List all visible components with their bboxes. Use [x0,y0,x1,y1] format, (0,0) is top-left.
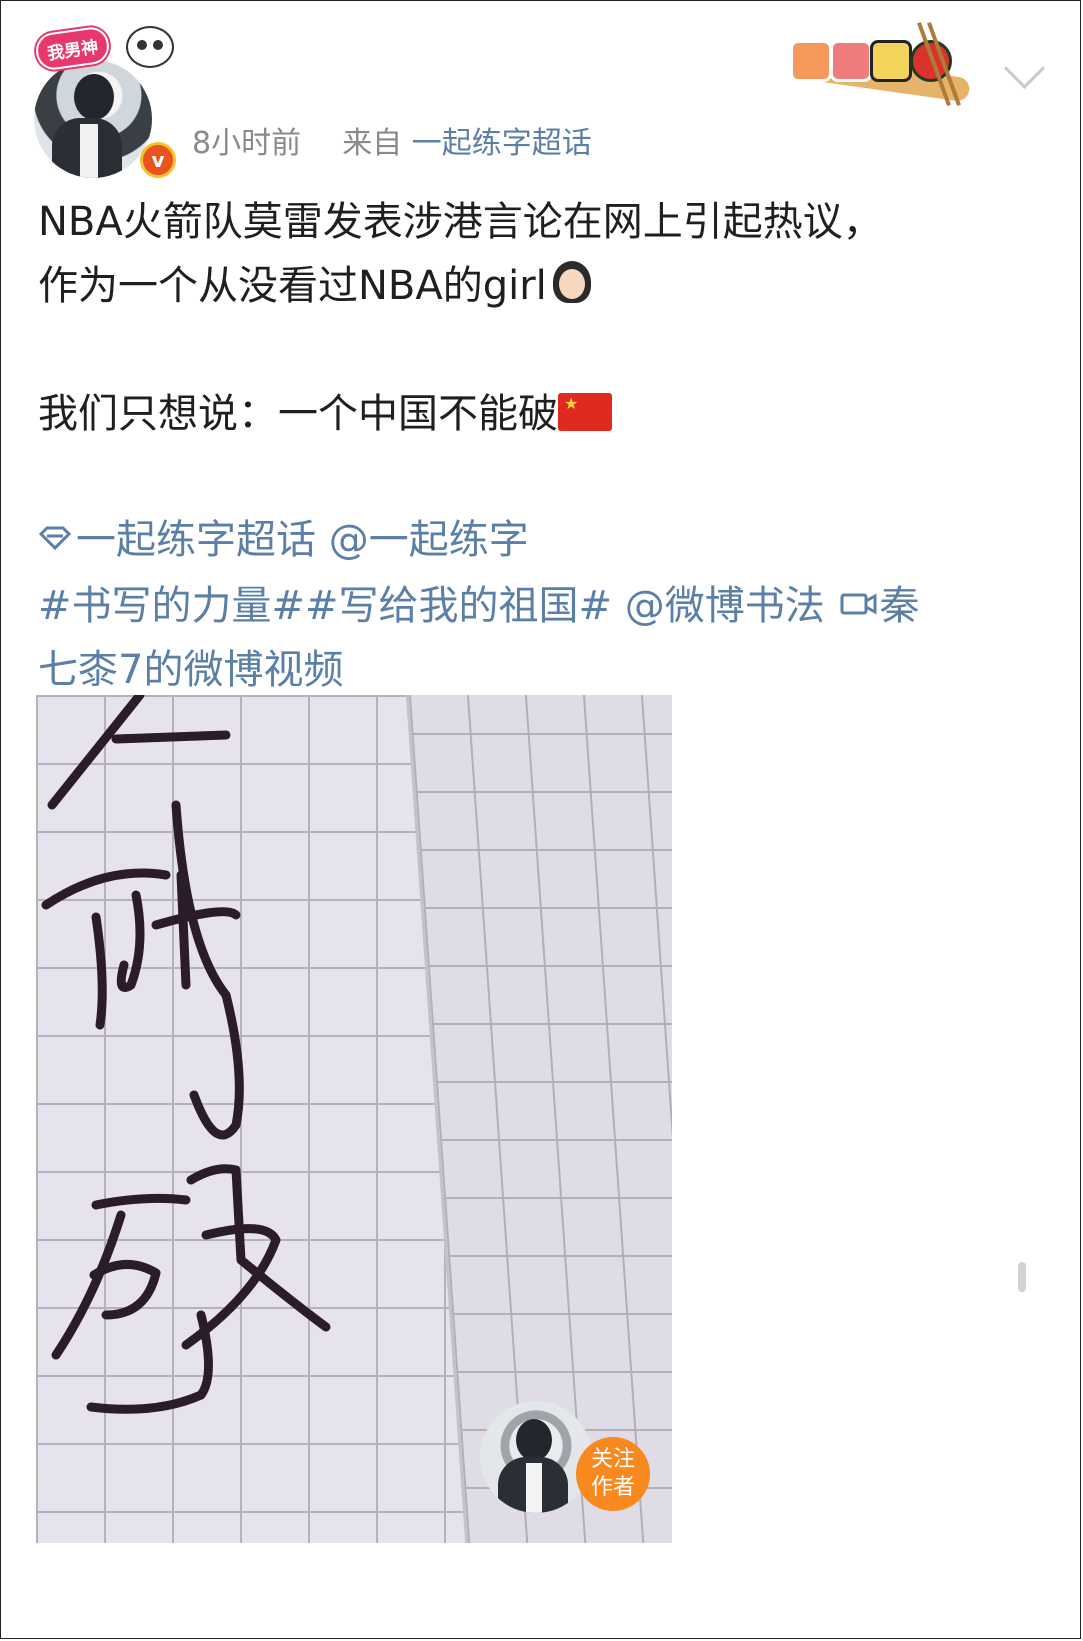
source-prefix: 来自 [342,126,403,161]
mention-link[interactable]: @一起练字 [329,517,529,563]
post-meta: 8小时前 来自 一起练字超话 [192,118,592,162]
panda-icon [126,26,174,68]
diamond-icon [38,525,72,551]
scrollbar[interactable] [1018,1262,1026,1292]
post-text-line-1: NBA火箭队莫雷发表涉港言论在网上引起热议， [38,199,883,245]
handwriting-image [41,695,331,1414]
user-avatar-area[interactable]: 我男神 v [33,22,176,178]
video-thumbnail[interactable]: 关注 作者 [36,695,672,1543]
supertopic-link[interactable]: 一起练字超话 [38,517,316,563]
avatar[interactable] [34,60,152,178]
verified-badge-icon: v [140,142,176,178]
hashtag-link[interactable]: #书写的力量# [38,583,305,629]
video-link[interactable]: 秦 [838,583,920,629]
source-link[interactable]: 一起练字超话 [412,126,592,161]
follow-author-button[interactable]: 关注 作者 [576,1437,650,1511]
video-camera-icon [840,572,878,615]
sushi-decoration-icon [782,20,982,107]
hashtag-link[interactable]: #写给我的祖国# [305,583,612,629]
post-content: NBA火箭队莫雷发表涉港言论在网上引起热议， 作为一个从没看过NBA的girl … [38,190,1048,702]
mention-link[interactable]: @微博书法 [625,583,825,629]
video-link[interactable]: 七桼7的微博视频 [38,647,343,693]
post-links-line-2: #书写的力量##写给我的祖国# @微博书法 秦 [38,572,1048,638]
china-flag-icon: ★ [558,393,612,431]
author-avatar[interactable] [480,1401,592,1513]
post-links-line-3: 七桼7的微博视频 [38,638,1048,702]
post-text-line-3: 我们只想说：一个中国不能破 ★ [38,382,1048,446]
post-text-line-2: 作为一个从没看过NBA的girl [38,254,1048,318]
post-links-line-1: 一起练字超话 @一起练字 [38,508,1048,572]
girl-emoji-icon [549,259,595,305]
post-time: 8小时前 [192,126,302,161]
